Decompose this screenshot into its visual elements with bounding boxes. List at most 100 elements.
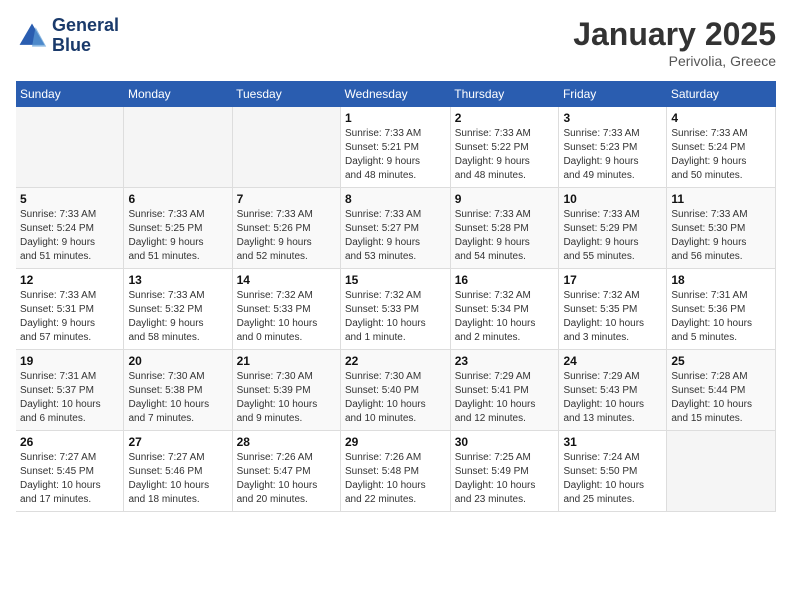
day-info: Sunrise: 7:29 AM Sunset: 5:41 PM Dayligh… — [455, 370, 555, 426]
day-info: Sunrise: 7:33 AM Sunset: 5:22 PM Dayligh… — [455, 127, 555, 183]
day-info: Sunrise: 7:33 AM Sunset: 5:32 PM Dayligh… — [128, 289, 227, 345]
day-info: Sunrise: 7:33 AM Sunset: 5:24 PM Dayligh… — [671, 127, 771, 183]
calendar-cell: 20Sunrise: 7:30 AM Sunset: 5:38 PM Dayli… — [124, 350, 232, 431]
day-number: 11 — [671, 192, 771, 206]
day-info: Sunrise: 7:24 AM Sunset: 5:50 PM Dayligh… — [563, 451, 662, 507]
calendar-cell: 3 Sunrise: 7:33 AM Sunset: 5:23 PM Daylig… — [559, 107, 667, 188]
calendar-cell: 14 Sunrise: 7:32 AM Sunset: 5:33 PM Dayli… — [232, 269, 340, 350]
day-number: 6 — [128, 192, 227, 206]
day-number: 1 — [345, 111, 446, 125]
calendar-cell: 10 Sunrise: 7:33 AM Sunset: 5:29 PM Dayli… — [559, 188, 667, 269]
day-number: 16 — [455, 273, 555, 287]
day-info: Sunrise: 7:33 AM Sunset: 5:23 PM Dayligh… — [563, 127, 662, 183]
calendar-cell — [232, 107, 340, 188]
day-number: 4 — [671, 111, 771, 125]
day-info: Sunrise: 7:27 AM Sunset: 5:46 PM Dayligh… — [128, 451, 227, 507]
day-info: Sunrise: 7:33 AM Sunset: 5:31 PM Dayligh… — [20, 289, 119, 345]
day-number: 31 — [563, 435, 662, 449]
logo-icon — [16, 20, 48, 52]
day-info: Sunrise: 7:26 AM Sunset: 5:47 PM Dayligh… — [237, 451, 336, 507]
day-number: 12 — [20, 273, 119, 287]
calendar-cell: 12 Sunrise: 7:33 AM Sunset: 5:31 PM Dayli… — [16, 269, 124, 350]
day-info: Sunrise: 7:30 AM Sunset: 5:40 PM Dayligh… — [345, 370, 446, 426]
day-info: Sunrise: 7:32 AM Sunset: 5:35 PM Dayligh… — [563, 289, 662, 345]
calendar-cell: 7Sunrise: 7:33 AM Sunset: 5:26 PM Daylig… — [232, 188, 340, 269]
calendar-cell: 31 Sunrise: 7:24 AM Sunset: 5:50 PM Dayli… — [559, 431, 667, 512]
day-info: Sunrise: 7:33 AM Sunset: 5:28 PM Dayligh… — [455, 208, 555, 264]
day-number: 5 — [20, 192, 119, 206]
day-info: Sunrise: 7:31 AM Sunset: 5:36 PM Dayligh… — [671, 289, 771, 345]
day-info: Sunrise: 7:28 AM Sunset: 5:44 PM Dayligh… — [671, 370, 771, 426]
day-info: Sunrise: 7:33 AM Sunset: 5:26 PM Dayligh… — [237, 208, 336, 264]
title-section: January 2025 Perivolia, Greece — [573, 16, 776, 69]
day-number: 27 — [128, 435, 227, 449]
day-info: Sunrise: 7:33 AM Sunset: 5:24 PM Dayligh… — [20, 208, 119, 264]
day-info: Sunrise: 7:33 AM Sunset: 5:27 PM Dayligh… — [345, 208, 446, 264]
calendar-cell: 24 Sunrise: 7:29 AM Sunset: 5:43 PM Dayli… — [559, 350, 667, 431]
day-info: Sunrise: 7:26 AM Sunset: 5:48 PM Dayligh… — [345, 451, 446, 507]
calendar-cell: 9 Sunrise: 7:33 AM Sunset: 5:28 PM Daylig… — [450, 188, 559, 269]
day-number: 15 — [345, 273, 446, 287]
weekday-header-wednesday: Wednesday — [341, 81, 451, 107]
day-info: Sunrise: 7:32 AM Sunset: 5:33 PM Dayligh… — [345, 289, 446, 345]
day-number: 29 — [345, 435, 446, 449]
day-number: 2 — [455, 111, 555, 125]
calendar-cell: 5 Sunrise: 7:33 AM Sunset: 5:24 PM Daylig… — [16, 188, 124, 269]
calendar-cell: 16 Sunrise: 7:32 AM Sunset: 5:34 PM Dayli… — [450, 269, 559, 350]
day-number: 10 — [563, 192, 662, 206]
weekday-header-saturday: Saturday — [667, 81, 776, 107]
day-number: 20 — [128, 354, 227, 368]
day-number: 26 — [20, 435, 119, 449]
day-info: Sunrise: 7:33 AM Sunset: 5:29 PM Dayligh… — [563, 208, 662, 264]
weekday-header-friday: Friday — [559, 81, 667, 107]
calendar-table: SundayMondayTuesdayWednesdayThursdayFrid… — [16, 81, 776, 512]
calendar-cell: 30 Sunrise: 7:25 AM Sunset: 5:49 PM Dayli… — [450, 431, 559, 512]
calendar-cell: 8 Sunrise: 7:33 AM Sunset: 5:27 PM Daylig… — [341, 188, 451, 269]
day-info: Sunrise: 7:32 AM Sunset: 5:34 PM Dayligh… — [455, 289, 555, 345]
weekday-header-tuesday: Tuesday — [232, 81, 340, 107]
week-row-4: 19Sunrise: 7:31 AM Sunset: 5:37 PM Dayli… — [16, 350, 776, 431]
calendar-cell: 15 Sunrise: 7:32 AM Sunset: 5:33 PM Dayli… — [341, 269, 451, 350]
calendar-cell: 26 Sunrise: 7:27 AM Sunset: 5:45 PM Dayli… — [16, 431, 124, 512]
logo-text: General Blue — [52, 16, 119, 56]
day-number: 25 — [671, 354, 771, 368]
calendar-cell: 19Sunrise: 7:31 AM Sunset: 5:37 PM Dayli… — [16, 350, 124, 431]
calendar-cell: 27 Sunrise: 7:27 AM Sunset: 5:46 PM Dayli… — [124, 431, 232, 512]
day-number: 3 — [563, 111, 662, 125]
logo: General Blue — [16, 16, 119, 56]
day-info: Sunrise: 7:33 AM Sunset: 5:25 PM Dayligh… — [128, 208, 227, 264]
calendar-cell: 13Sunrise: 7:33 AM Sunset: 5:32 PM Dayli… — [124, 269, 232, 350]
day-info: Sunrise: 7:33 AM Sunset: 5:30 PM Dayligh… — [671, 208, 771, 264]
calendar-cell: 4 Sunrise: 7:33 AM Sunset: 5:24 PM Daylig… — [667, 107, 776, 188]
day-number: 14 — [237, 273, 336, 287]
calendar-cell: 18 Sunrise: 7:31 AM Sunset: 5:36 PM Dayli… — [667, 269, 776, 350]
day-info: Sunrise: 7:29 AM Sunset: 5:43 PM Dayligh… — [563, 370, 662, 426]
weekday-header-sunday: Sunday — [16, 81, 124, 107]
day-info: Sunrise: 7:32 AM Sunset: 5:33 PM Dayligh… — [237, 289, 336, 345]
day-info: Sunrise: 7:31 AM Sunset: 5:37 PM Dayligh… — [20, 370, 119, 426]
calendar-cell: 6 Sunrise: 7:33 AM Sunset: 5:25 PM Daylig… — [124, 188, 232, 269]
day-number: 24 — [563, 354, 662, 368]
day-number: 28 — [237, 435, 336, 449]
day-number: 22 — [345, 354, 446, 368]
calendar-cell: 29 Sunrise: 7:26 AM Sunset: 5:48 PM Dayli… — [341, 431, 451, 512]
day-number: 9 — [455, 192, 555, 206]
week-row-5: 26 Sunrise: 7:27 AM Sunset: 5:45 PM Dayli… — [16, 431, 776, 512]
weekday-header-thursday: Thursday — [450, 81, 559, 107]
calendar-cell — [16, 107, 124, 188]
day-info: Sunrise: 7:25 AM Sunset: 5:49 PM Dayligh… — [455, 451, 555, 507]
day-number: 21 — [237, 354, 336, 368]
calendar-cell: 11 Sunrise: 7:33 AM Sunset: 5:30 PM Dayli… — [667, 188, 776, 269]
day-number: 30 — [455, 435, 555, 449]
location: Perivolia, Greece — [573, 53, 776, 69]
calendar-cell — [124, 107, 232, 188]
calendar-cell — [667, 431, 776, 512]
day-number: 17 — [563, 273, 662, 287]
week-row-3: 12 Sunrise: 7:33 AM Sunset: 5:31 PM Dayli… — [16, 269, 776, 350]
day-info: Sunrise: 7:27 AM Sunset: 5:45 PM Dayligh… — [20, 451, 119, 507]
calendar-cell: 17 Sunrise: 7:32 AM Sunset: 5:35 PM Dayli… — [559, 269, 667, 350]
weekday-header-row: SundayMondayTuesdayWednesdayThursdayFrid… — [16, 81, 776, 107]
day-number: 18 — [671, 273, 771, 287]
day-number: 8 — [345, 192, 446, 206]
day-number: 23 — [455, 354, 555, 368]
